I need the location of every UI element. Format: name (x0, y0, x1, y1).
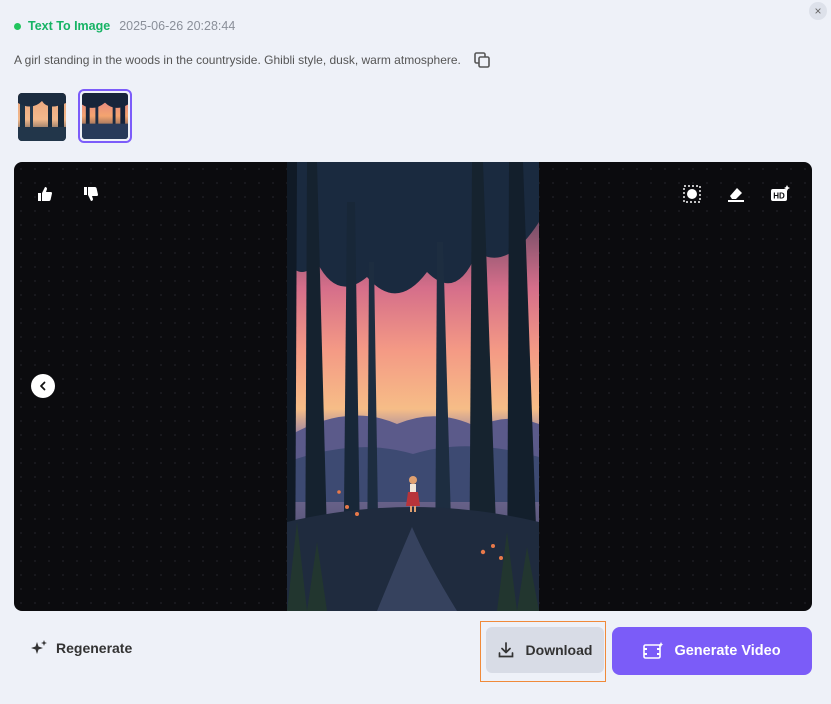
generate-video-label: Generate Video (674, 643, 781, 659)
film-icon (643, 642, 664, 659)
download-button[interactable]: Download (486, 627, 604, 673)
close-icon: × (814, 4, 822, 18)
chevron-left-icon (40, 381, 46, 391)
thumbnail-2-selected[interactable] (78, 89, 132, 143)
status-dot (14, 22, 21, 30)
sparkle-icon (31, 640, 47, 654)
thumbs-up-button[interactable] (33, 182, 57, 206)
hd-upscale-icon: HD (771, 185, 790, 201)
download-icon (498, 642, 513, 658)
background-remove-icon (683, 185, 701, 203)
prompt-text: A girl standing in the woods in the coun… (14, 53, 461, 67)
action-bar: Regenerate Download Generate Video (0, 627, 831, 675)
generated-image[interactable] (287, 162, 539, 611)
thumbs-down-icon (84, 187, 98, 201)
copy-icon[interactable] (473, 51, 491, 69)
mode-label: Text To Image (28, 19, 111, 33)
thumbs-up-icon (38, 187, 52, 201)
regenerate-label: Regenerate (56, 640, 133, 656)
timestamp: 2025-06-26 20:28:44 (119, 19, 236, 33)
header: Text To Image 2025-06-26 20:28:44 (14, 19, 235, 33)
regenerate-button[interactable]: Regenerate (30, 639, 132, 657)
generate-video-button[interactable]: Generate Video (612, 627, 812, 675)
hd-upscale-button[interactable]: HD (768, 182, 792, 206)
previous-image-button[interactable] (31, 374, 55, 398)
image-viewer: HD (14, 162, 812, 611)
remove-background-button[interactable] (680, 182, 704, 206)
thumbs-down-button[interactable] (79, 182, 103, 206)
download-label: Download (525, 642, 593, 658)
thumbnail-strip (18, 89, 132, 143)
svg-text:HD: HD (773, 192, 785, 201)
prompt-row: A girl standing in the woods in the coun… (14, 51, 491, 69)
eraser-icon (728, 188, 744, 202)
eraser-button[interactable] (724, 182, 748, 206)
close-button[interactable]: × (809, 2, 827, 20)
thumbnail-1[interactable] (18, 93, 66, 141)
